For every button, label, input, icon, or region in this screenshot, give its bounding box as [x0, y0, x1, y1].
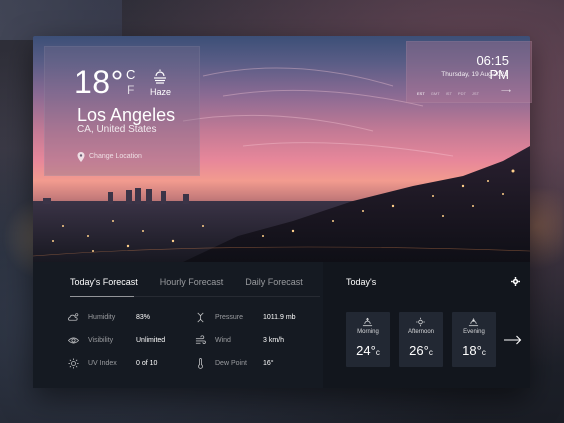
metric-value: 3 km/h: [263, 337, 285, 344]
wind-icon: [195, 335, 206, 344]
period-label: Afternoon: [407, 329, 435, 335]
metric-wind: Wind 3 km/h: [195, 335, 284, 346]
change-location-link[interactable]: Change Location: [89, 152, 142, 162]
timezone-option[interactable]: PDT: [458, 91, 466, 96]
metric-visibility: Visibility Unlimited: [68, 335, 165, 346]
timezone-option[interactable]: JST: [472, 91, 479, 96]
pressure-icon: [197, 312, 204, 323]
sunrise-icon: [362, 317, 373, 327]
metric-value: 83%: [136, 314, 151, 321]
metric-label: Pressure: [215, 314, 244, 321]
metric-label: Visibility: [88, 337, 114, 344]
thermometer-icon: [198, 358, 203, 369]
metric-value: Unlimited: [136, 337, 166, 344]
sun-icon: [416, 317, 425, 327]
timezone-option[interactable]: GMT: [431, 91, 440, 96]
eye-icon: [68, 337, 79, 344]
sun-icon: [68, 358, 79, 369]
sunset-icon: [468, 318, 479, 327]
today-title: Today's: [346, 277, 377, 287]
metric-value: 0 of 10: [136, 360, 158, 367]
location-pin-icon[interactable]: [77, 152, 85, 162]
forecast-tabs: Today's Forecast Hourly Forecast Daily F…: [70, 276, 303, 288]
region-name: CA, United States: [77, 124, 157, 135]
period-card-evening[interactable]: Evening 18°c: [452, 312, 496, 367]
timezone-option[interactable]: IST: [446, 91, 452, 96]
haze-icon: [154, 69, 166, 84]
period-temperature: 24°c: [356, 343, 380, 358]
city-name: Los Angeles: [77, 105, 176, 125]
metric-label: Dew Point: [215, 360, 247, 367]
period-label: Morning: [357, 329, 379, 335]
metric-dew-point: Dew Point 16°: [195, 358, 274, 369]
period-card-morning[interactable]: Morning 24°c: [346, 312, 390, 367]
tab-daily-forecast[interactable]: Daily Forecast: [245, 276, 303, 288]
metric-value: 16°: [263, 360, 274, 367]
timezone-selector: EST GMT IST PDT JST: [417, 91, 479, 96]
unit-celsius-toggle[interactable]: C: [126, 68, 135, 81]
metric-label: Humidity: [88, 314, 116, 321]
gear-icon[interactable]: [511, 277, 520, 286]
metric-value: 1011.9 mb: [263, 314, 296, 321]
timezone-option[interactable]: EST: [417, 91, 425, 96]
timezone-next-arrow-icon[interactable]: ⟶: [501, 88, 511, 95]
metric-label: Wind: [215, 337, 231, 344]
period-temperature: 18°c: [462, 343, 486, 358]
current-date: Thursday, 19 Aug 2021: [441, 71, 508, 78]
tab-hourly-forecast[interactable]: Hourly Forecast: [160, 276, 224, 288]
metric-label: UV Index: [88, 360, 117, 367]
metric-uv-index: UV Index 0 of 10: [68, 358, 157, 369]
active-tab-indicator: [70, 296, 134, 297]
period-label: Evening: [463, 329, 485, 335]
next-arrow-icon[interactable]: [504, 335, 522, 345]
current-temperature: 18°: [74, 64, 124, 100]
unit-fahrenheit-toggle[interactable]: F: [127, 84, 134, 96]
background-strip: [0, 0, 122, 40]
metric-humidity: Humidity 83%: [68, 312, 150, 323]
period-temperature: 26°c: [409, 343, 433, 358]
condition-label: Haze: [150, 87, 172, 97]
period-card-afternoon[interactable]: Afternoon 26°c: [399, 312, 443, 367]
humidity-icon: [68, 313, 79, 321]
tab-todays-forecast[interactable]: Today's Forecast: [70, 276, 138, 288]
metric-pressure: Pressure 1011.9 mb: [195, 312, 296, 323]
